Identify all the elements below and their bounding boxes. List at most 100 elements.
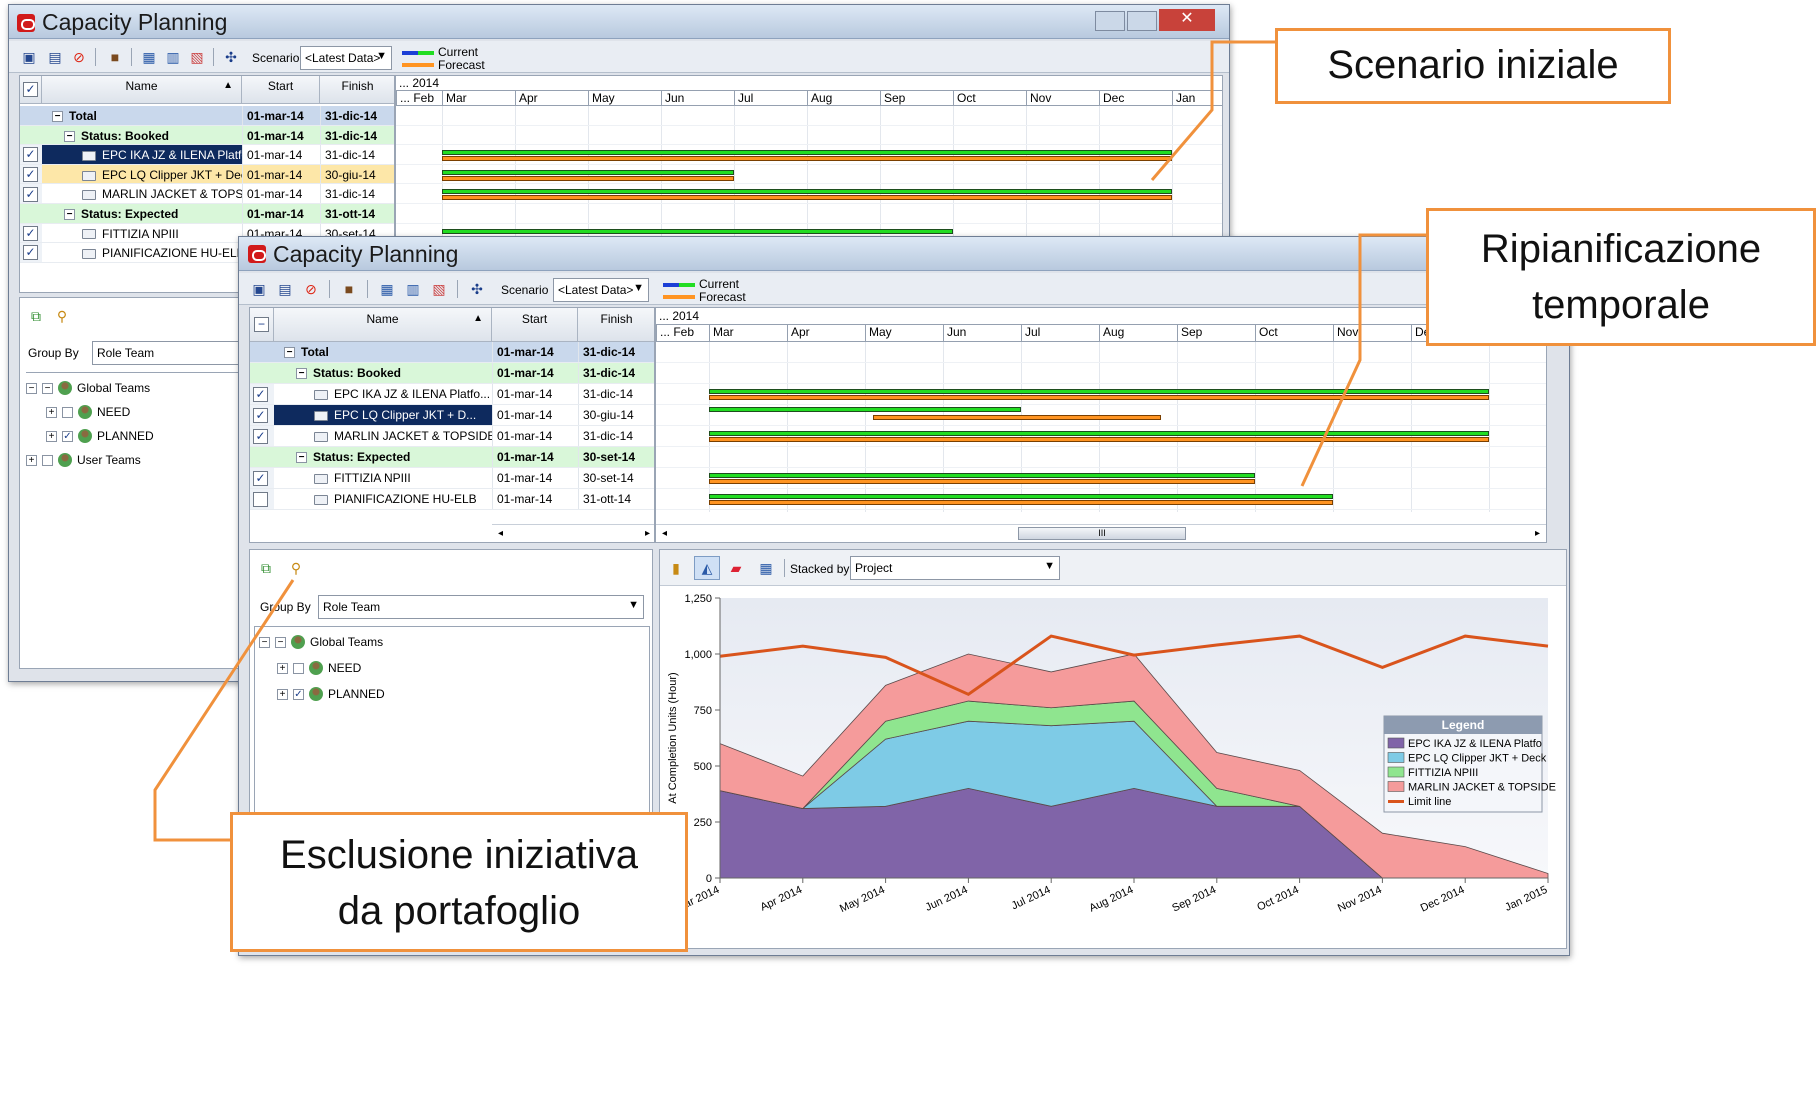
status-group-row[interactable]: − Status: Booked 01-mar-14 31-dic-14 (250, 363, 654, 384)
forecast-schedule-bar[interactable] (709, 437, 1489, 442)
total-row[interactable]: − Total 01-mar-14 31-dic-14 (20, 106, 394, 126)
scenario-select[interactable]: <Latest Data> ▼ (300, 46, 392, 70)
current-schedule-bar[interactable] (442, 169, 734, 175)
save-icon[interactable]: ▣ (249, 279, 269, 299)
scroll-left-icon[interactable]: ◂ (662, 528, 667, 539)
row-checkbox[interactable]: ✓ (253, 429, 268, 444)
scroll-thumb[interactable]: III (1018, 527, 1186, 540)
tree-checkbox[interactable]: − (42, 382, 53, 394)
tree-node-need[interactable]: + NEED (277, 661, 361, 675)
search-icon[interactable]: ⚲ (52, 306, 72, 326)
tree-checkbox[interactable] (293, 662, 304, 674)
collapse-icon[interactable]: − (64, 209, 75, 221)
current-schedule-bar[interactable] (709, 431, 1489, 436)
expand-icon[interactable]: + (46, 406, 57, 418)
project-row[interactable]: ✓ EPC LQ Clipper JKT + D... 01-mar-14 30-gi… (250, 405, 654, 426)
select-all-checkbox[interactable]: − (254, 317, 269, 332)
scroll-right-icon[interactable]: ▸ (645, 528, 650, 539)
bar-chart-icon[interactable]: ▮ (666, 558, 686, 578)
tree-node-planned[interactable]: + ✓ PLANNED (46, 429, 154, 443)
grid-view-icon[interactable]: ▦ (139, 47, 159, 67)
current-schedule-bar[interactable] (709, 389, 1489, 394)
current-schedule-bar[interactable] (442, 228, 953, 234)
hierarchy-icon[interactable]: ⧉ (256, 558, 276, 578)
current-schedule-bar[interactable] (442, 150, 1172, 156)
finish-column-header[interactable]: Finish (578, 308, 654, 342)
gantt-hscrollbar[interactable]: ◂ III ▸ (656, 524, 1546, 542)
minimize-icon[interactable] (1095, 11, 1125, 31)
row-checkbox[interactable]: ✓ (23, 167, 38, 183)
forecast-schedule-bar[interactable] (442, 156, 1172, 162)
tree-node-need[interactable]: + NEED (46, 405, 130, 419)
collapse-icon[interactable]: − (296, 368, 307, 380)
tree-node-user-teams[interactable]: + User Teams (26, 453, 141, 467)
collapse-icon[interactable]: − (296, 452, 307, 464)
tree-node-planned[interactable]: + ✓ PLANNED (277, 687, 385, 701)
row-checkbox[interactable]: ✓ (253, 471, 268, 486)
gantt-view-icon[interactable]: ▥ (163, 47, 183, 67)
collapse-icon[interactable]: − (259, 636, 270, 648)
status-group-row[interactable]: − Status: Booked 01-mar-14 31-dic-14 (20, 125, 394, 146)
forecast-schedule-bar[interactable] (709, 395, 1489, 400)
row-checkbox[interactable]: ✓ (253, 408, 268, 423)
save-as-icon[interactable]: ▤ (45, 47, 65, 67)
select-all-checkbox[interactable]: ✓ (23, 82, 38, 97)
save-as-icon[interactable]: ▤ (275, 279, 295, 299)
row-checkbox[interactable]: ✓ (23, 186, 38, 202)
expand-icon[interactable]: + (46, 430, 57, 442)
forecast-schedule-bar[interactable] (442, 195, 1172, 201)
search-icon[interactable]: ⚲ (286, 558, 306, 578)
collapse-icon[interactable]: − (52, 111, 63, 123)
collapse-icon[interactable]: − (64, 130, 75, 142)
gantt-chart-icon[interactable]: ▰ (726, 558, 746, 578)
finish-column-header[interactable]: Finish (320, 76, 394, 104)
project-row[interactable]: ✓ EPC LQ Clipper JKT + Deck 01-mar-14 30-gi… (20, 164, 394, 185)
collapse-icon[interactable]: − (284, 347, 295, 359)
tree-checkbox[interactable]: ✓ (62, 430, 73, 442)
row-checkbox[interactable]: ✓ (23, 245, 38, 261)
project-row[interactable]: ✓ MARLIN JACKET & TOPSIDE01-mar-1431-dic-… (20, 184, 394, 204)
grid-view-icon[interactable]: ▦ (377, 279, 397, 299)
name-column-header[interactable]: Name ▲ (42, 76, 242, 104)
resource-view-icon[interactable]: ▧ (429, 279, 449, 299)
portfolio-icon[interactable]: ■ (105, 47, 125, 67)
expand-icon[interactable]: + (277, 662, 288, 674)
forecast-schedule-bar[interactable] (872, 415, 1162, 420)
stacked-by-select[interactable]: Project ▼ (850, 556, 1060, 580)
portfolio-icon[interactable]: ■ (339, 279, 359, 299)
tree-checkbox[interactable] (62, 406, 73, 418)
expand-icon[interactable]: ✣ (467, 279, 487, 299)
hierarchy-icon[interactable]: ⧉ (26, 306, 46, 326)
forecast-schedule-bar[interactable] (709, 500, 1333, 505)
start-column-header[interactable]: Start (242, 76, 320, 104)
grid-hscrollbar[interactable]: ◂ ▸ (492, 524, 654, 542)
expand-icon[interactable]: + (277, 688, 288, 700)
cancel-icon[interactable]: ⊘ (301, 279, 321, 299)
row-checkbox[interactable]: ✓ (23, 225, 38, 241)
save-icon[interactable]: ▣ (19, 47, 39, 67)
resource-view-icon[interactable]: ▧ (187, 47, 207, 67)
row-checkbox[interactable]: ✓ (253, 387, 268, 402)
scenario-select[interactable]: <Latest Data> ▼ (553, 278, 649, 302)
forecast-schedule-bar[interactable] (442, 175, 734, 181)
tree-checkbox[interactable]: − (275, 636, 286, 648)
forecast-schedule-bar[interactable] (709, 479, 1255, 484)
area-chart-icon[interactable]: ◭ (694, 556, 720, 580)
tree-checkbox[interactable]: ✓ (293, 688, 304, 700)
current-schedule-bar[interactable] (442, 189, 1172, 195)
tree-node-global-teams[interactable]: − − Global Teams (26, 381, 150, 395)
group-by-select[interactable]: Role Team ▼ (318, 595, 644, 619)
tree-node-global-teams[interactable]: − − Global Teams (259, 635, 383, 649)
close-icon[interactable]: ✕ (1159, 9, 1215, 31)
current-schedule-bar[interactable] (709, 407, 1021, 412)
maximize-icon[interactable] (1127, 11, 1157, 31)
scroll-right-icon[interactable]: ▸ (1535, 528, 1540, 539)
tree-checkbox[interactable] (42, 454, 53, 466)
project-row[interactable]: ✓ MARLIN JACKET & TOPSIDE01-mar-1431-dic-… (250, 426, 654, 447)
scroll-left-icon[interactable]: ◂ (498, 528, 503, 539)
start-column-header[interactable]: Start (492, 308, 578, 342)
project-row[interactable]: PIANIFICAZIONE HU-ELB 01-mar-14 31-ott-14 (250, 489, 654, 510)
name-column-header[interactable]: Name ▲ (274, 308, 492, 342)
project-row[interactable]: ✓ FITTIZIA NPIII 01-mar-14 30-set-14 (250, 468, 654, 489)
gantt-view-icon[interactable]: ▥ (403, 279, 423, 299)
